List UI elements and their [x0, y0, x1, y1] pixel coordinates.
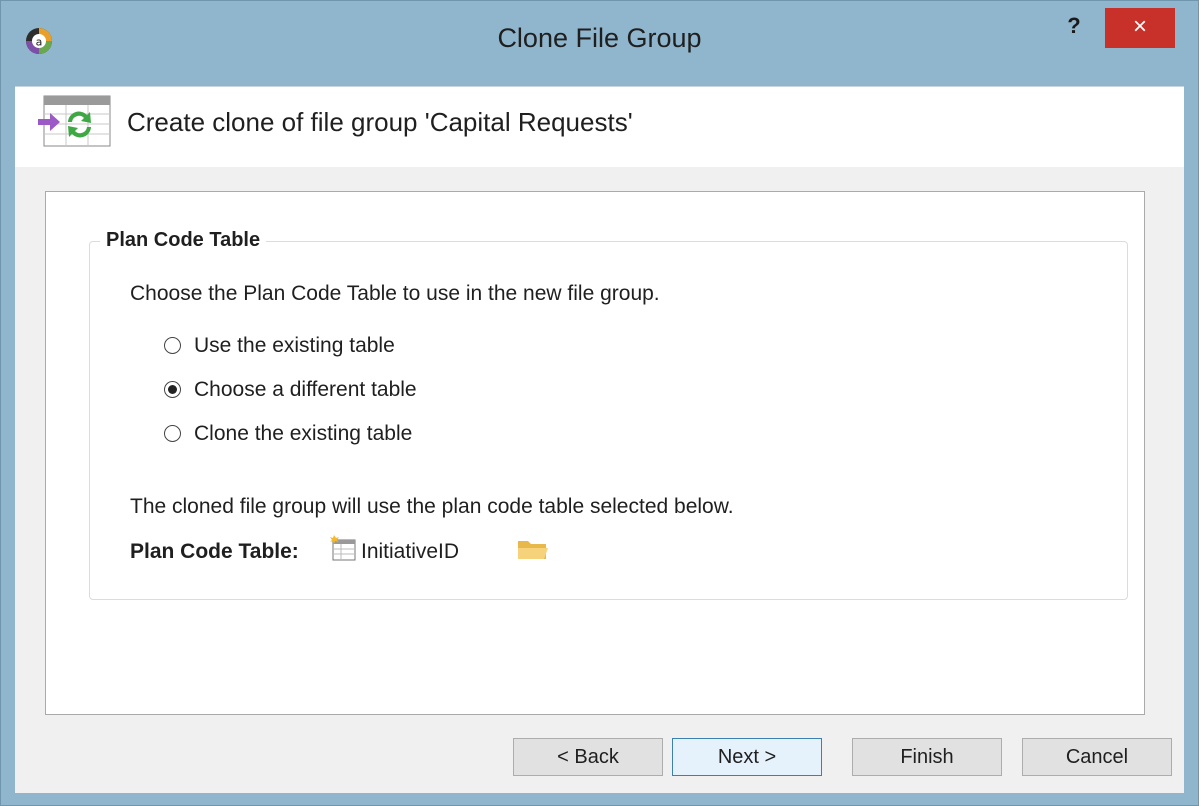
radio-button[interactable] — [164, 425, 181, 442]
instruction-text: Choose the Plan Code Table to use in the… — [130, 282, 660, 305]
back-button[interactable]: < Back — [513, 738, 663, 776]
radio-selected-dot — [168, 385, 177, 394]
finish-button[interactable]: Finish — [852, 738, 1002, 776]
plan-code-groupbox: Plan Code Table Choose the Plan Code Tab… — [89, 229, 1128, 600]
selection-note: The cloned file group will use the plan … — [130, 495, 734, 518]
next-button[interactable]: Next > — [672, 738, 822, 776]
folder-icon[interactable] — [516, 536, 550, 562]
title-bar[interactable]: a Clone File Group ? × — [1, 1, 1198, 86]
radio-label: Clone the existing table — [194, 422, 413, 445]
groupbox-legend: Plan Code Table — [100, 229, 267, 252]
window-title: Clone File Group — [497, 23, 702, 53]
radio-label: Choose a different table — [194, 378, 417, 401]
wizard-header: Create clone of file group 'Capital Requ… — [15, 86, 1184, 168]
cancel-button[interactable]: Cancel — [1022, 738, 1172, 776]
wizard-header-text: Create clone of file group 'Capital Requ… — [127, 107, 633, 137]
plan-code-table-label: Plan Code Table: — [130, 540, 299, 563]
dialog-window: a Clone File Group ? × Create clone of f… — [0, 0, 1199, 806]
table-icon — [330, 535, 356, 561]
wizard-page-panel: Plan Code Table Choose the Plan Code Tab… — [45, 191, 1145, 715]
clone-table-icon — [38, 95, 111, 147]
radio-button-selected[interactable] — [164, 381, 181, 398]
content-area: Plan Code Table Choose the Plan Code Tab… — [15, 167, 1184, 793]
plan-code-table-value: InitiativeID — [361, 540, 460, 563]
help-button[interactable]: ? — [1057, 11, 1091, 45]
radio-label: Use the existing table — [194, 334, 395, 357]
close-button[interactable]: × — [1105, 8, 1175, 48]
radio-button[interactable] — [164, 337, 181, 354]
